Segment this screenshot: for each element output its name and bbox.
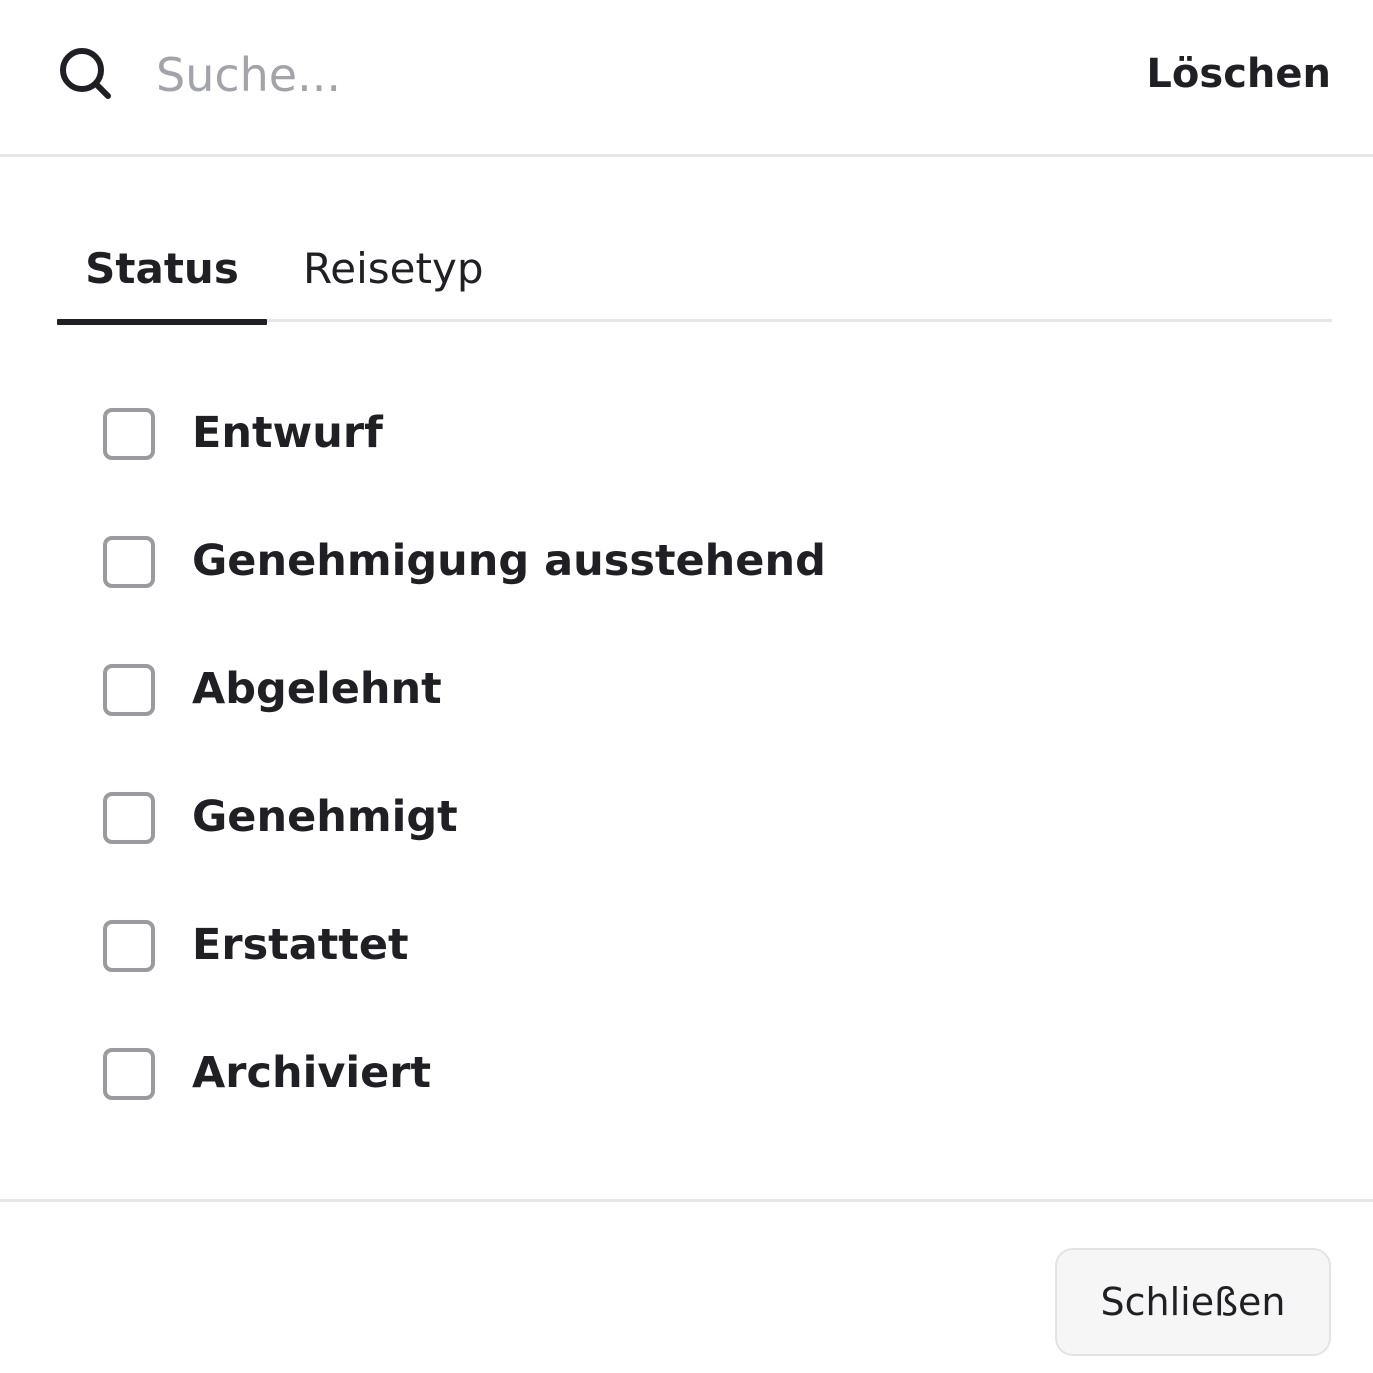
option-archiviert[interactable]: Archiviert: [103, 1035, 1003, 1115]
option-genehmigt[interactable]: Genehmigt: [103, 779, 1003, 859]
filter-tabs: Status Reisetyp: [57, 240, 1332, 325]
option-label: Genehmigung ausstehend: [192, 536, 826, 586]
checkbox[interactable]: [103, 536, 155, 588]
search-icon: [60, 48, 111, 99]
checkbox[interactable]: [103, 920, 155, 972]
option-abgelehnt[interactable]: Abgelehnt: [103, 651, 1003, 731]
tab-status[interactable]: Status: [57, 240, 267, 325]
tab-reisetyp[interactable]: Reisetyp: [303, 240, 484, 322]
checkbox[interactable]: [103, 1048, 155, 1100]
option-label: Erstattet: [192, 920, 409, 970]
option-label: Archiviert: [192, 1048, 432, 1098]
clear-button[interactable]: Löschen: [1146, 44, 1331, 104]
checkbox[interactable]: [103, 792, 155, 844]
option-entwurf[interactable]: Entwurf: [103, 395, 1003, 475]
option-label: Genehmigt: [192, 792, 458, 842]
option-label: Abgelehnt: [192, 664, 442, 714]
checkbox[interactable]: [103, 408, 155, 460]
close-button[interactable]: Schließen: [1055, 1248, 1331, 1356]
search-bar: Löschen: [0, 0, 1373, 157]
search-input[interactable]: [156, 40, 1056, 110]
panel-footer: Schließen: [0, 1199, 1373, 1373]
option-label: Entwurf: [192, 408, 383, 458]
option-erstattet[interactable]: Erstattet: [103, 907, 1003, 987]
filter-panel: Löschen Status Reisetyp Entwurf Genehmig…: [0, 0, 1373, 1373]
checkbox[interactable]: [103, 664, 155, 716]
option-genehmigung-ausstehend[interactable]: Genehmigung ausstehend: [103, 523, 1003, 603]
